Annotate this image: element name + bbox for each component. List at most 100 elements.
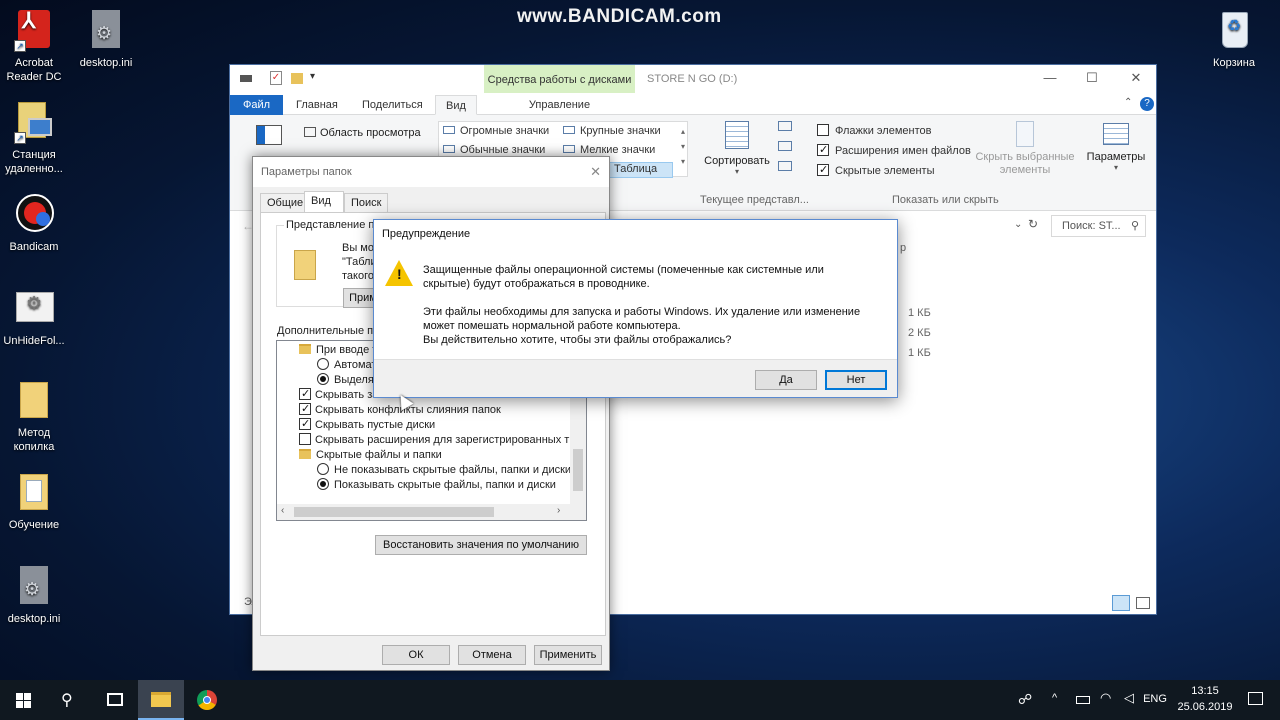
battery-icon[interactable]	[1076, 696, 1090, 704]
desktop-icon-label: UnHideFol...	[3, 335, 65, 347]
desktop-icon-label: Корзина	[1213, 57, 1255, 69]
desktop-icon-acrobat[interactable]: ⅄ ↗ Acrobat Reader DC	[0, 8, 72, 84]
checkbox	[299, 403, 311, 415]
radio	[317, 478, 329, 490]
horizontal-scrollbar[interactable]: ‹ ›	[277, 504, 586, 520]
quick-access-folder-icon[interactable]	[291, 73, 303, 84]
scroll-right-icon[interactable]: ›	[557, 505, 560, 516]
desktop-icon-unhide[interactable]: ⚙ UnHideFol...	[0, 286, 72, 348]
notifications-icon[interactable]	[1248, 692, 1263, 705]
no-button[interactable]: Нет	[825, 370, 887, 390]
gallery-scroll-icon[interactable]: ▴ ▾ ▾	[681, 124, 685, 169]
recycle-bin-icon: ♻	[1214, 8, 1254, 52]
desktop-icon-desktop-ini[interactable]: ⚙ desktop.ini	[68, 8, 144, 70]
layout-normal-icons[interactable]: Обычные значки	[443, 144, 545, 156]
quick-access-dropdown-icon[interactable]: ▾	[310, 71, 315, 82]
close-button[interactable]: ✕	[1116, 69, 1156, 89]
tab-view[interactable]: Вид	[435, 95, 477, 115]
layout-large-icons[interactable]: Крупные значки	[563, 125, 661, 137]
details-view-icon[interactable]	[1112, 595, 1130, 611]
item-checkboxes-toggle[interactable]: Флажки элементов	[817, 124, 931, 137]
refresh-icon[interactable]: ↻	[1028, 217, 1038, 231]
clock-date[interactable]: 25.06.2019	[1170, 701, 1240, 713]
tab-home[interactable]: Главная	[286, 95, 348, 115]
ribbon-collapse-icon[interactable]: ⌃	[1124, 97, 1132, 108]
tab-general[interactable]: Общие	[260, 193, 311, 213]
scroll-thumb[interactable]	[573, 449, 583, 491]
hide-selected-button[interactable]: Скрыть выбранные элементы	[974, 121, 1076, 177]
language-indicator[interactable]: ENG	[1140, 693, 1170, 705]
desktop-icon-remote-station[interactable]: ↗ Станция удаленно...	[0, 100, 72, 176]
file-extensions-toggle[interactable]: Расширения имен файлов	[817, 144, 971, 157]
close-icon[interactable]: ✕	[590, 157, 601, 187]
volume-icon[interactable]: ◁	[1124, 690, 1134, 706]
tree-label: Не показывать скрытые файлы, папки и дис…	[334, 464, 572, 476]
tree-option[interactable]: Показывать скрытые файлы, папки и диски	[317, 478, 556, 493]
tree-option[interactable]: Выделя	[317, 373, 374, 388]
apply-button[interactable]: Применить	[534, 645, 602, 665]
scroll-left-icon[interactable]: ‹	[281, 505, 284, 516]
large-icons-view-icon[interactable]	[1136, 597, 1150, 609]
tray-chevron-icon[interactable]: ^	[1052, 692, 1057, 704]
group-show-hide: Показать или скрыть	[892, 194, 999, 206]
size-columns-icon[interactable]	[778, 161, 792, 171]
bandicam-watermark: www.BANDICAM.com	[517, 6, 722, 27]
add-columns-icon[interactable]	[778, 141, 792, 151]
warning-text-line: может помешать нормальной работе компьют…	[423, 320, 681, 332]
quick-access-drive-icon[interactable]	[240, 75, 252, 82]
layout-label: Мелкие значки	[580, 144, 656, 156]
scroll-thumb[interactable]	[294, 507, 494, 517]
restore-defaults-button[interactable]: Восстановить значения по умолчанию	[375, 535, 587, 555]
taskbar-explorer[interactable]	[138, 680, 184, 720]
layout-huge-icons[interactable]: Огромные значки	[443, 125, 549, 137]
tree-option[interactable]: Не показывать скрытые файлы, папки и дис…	[317, 463, 571, 478]
tab-view[interactable]: Вид	[304, 191, 344, 213]
maximize-button[interactable]: ☐	[1072, 69, 1112, 89]
tab-file[interactable]: Файл	[230, 95, 284, 115]
quick-access-properties-icon[interactable]: ✓	[270, 71, 282, 85]
search-input[interactable]: Поиск: ST... ⚲	[1051, 215, 1146, 237]
clock-time[interactable]: 13:15	[1170, 685, 1240, 697]
task-view-button[interactable]	[92, 680, 138, 720]
layout-small-icons[interactable]: Мелкие значки	[563, 144, 655, 156]
folder-with-documents-icon	[14, 470, 54, 514]
search-placeholder: Поиск: ST...	[1062, 220, 1121, 232]
desktop-icon-method-folder[interactable]: Метод копилка	[0, 378, 72, 454]
cancel-button[interactable]: Отмена	[458, 645, 526, 665]
tab-manage[interactable]: Управление	[484, 95, 635, 115]
network-icon[interactable]: ◠	[1100, 690, 1111, 706]
options-button[interactable]: Параметры ▾	[1082, 123, 1150, 172]
tree-label: Скрывать за	[315, 389, 379, 401]
search-button[interactable]: ⚲	[46, 680, 92, 720]
ok-button[interactable]: ОК	[382, 645, 450, 665]
help-icon[interactable]: ?	[1140, 97, 1154, 111]
folder-views-text: "Табли	[342, 256, 377, 268]
preview-pane-button[interactable]: Область просмотра	[304, 127, 421, 139]
desktop-icon-desktop-ini-2[interactable]: ⚙ desktop.ini	[0, 564, 72, 626]
address-dropdown-icon[interactable]: ⌄	[1014, 219, 1022, 230]
hidden-items-toggle[interactable]: Скрытые элементы	[817, 164, 935, 177]
yes-button[interactable]: Да	[755, 370, 817, 390]
tree-option[interactable]: Автомат	[317, 358, 376, 373]
people-icon[interactable]: ☍	[1018, 691, 1032, 708]
app-window-icon: ⚙	[14, 286, 54, 330]
sort-button[interactable]: Сортировать ▾	[702, 121, 772, 181]
desktop-icon-training[interactable]: Обучение	[0, 470, 72, 532]
tab-search[interactable]: Поиск	[344, 193, 389, 213]
tree-option[interactable]: Скрывать пустые диски	[299, 418, 435, 433]
checkbox	[299, 433, 311, 445]
navigation-pane-icon[interactable]	[256, 125, 282, 145]
taskbar: ⚲ ☍ ^ ◠ ◁ ENG 13:15 25.06.2019	[0, 680, 1280, 720]
tree-group: При вводе т	[299, 343, 377, 358]
desktop-icon-bandicam[interactable]: Bandicam	[0, 192, 72, 254]
tree-option[interactable]: Скрывать расширения для зарегистрированн…	[299, 433, 586, 448]
desktop-icon-recycle-bin[interactable]: ♻ Корзина	[1196, 8, 1272, 70]
minimize-button[interactable]: —	[1030, 69, 1070, 89]
start-button[interactable]	[0, 680, 46, 720]
layout-label: Обычные значки	[460, 144, 546, 156]
group-by-icon[interactable]	[778, 121, 792, 131]
taskbar-chrome[interactable]	[184, 680, 230, 720]
tab-share[interactable]: Поделиться	[352, 95, 433, 115]
hide-selected-icon	[1016, 121, 1034, 147]
tree-option[interactable]: Скрывать за	[299, 388, 378, 403]
